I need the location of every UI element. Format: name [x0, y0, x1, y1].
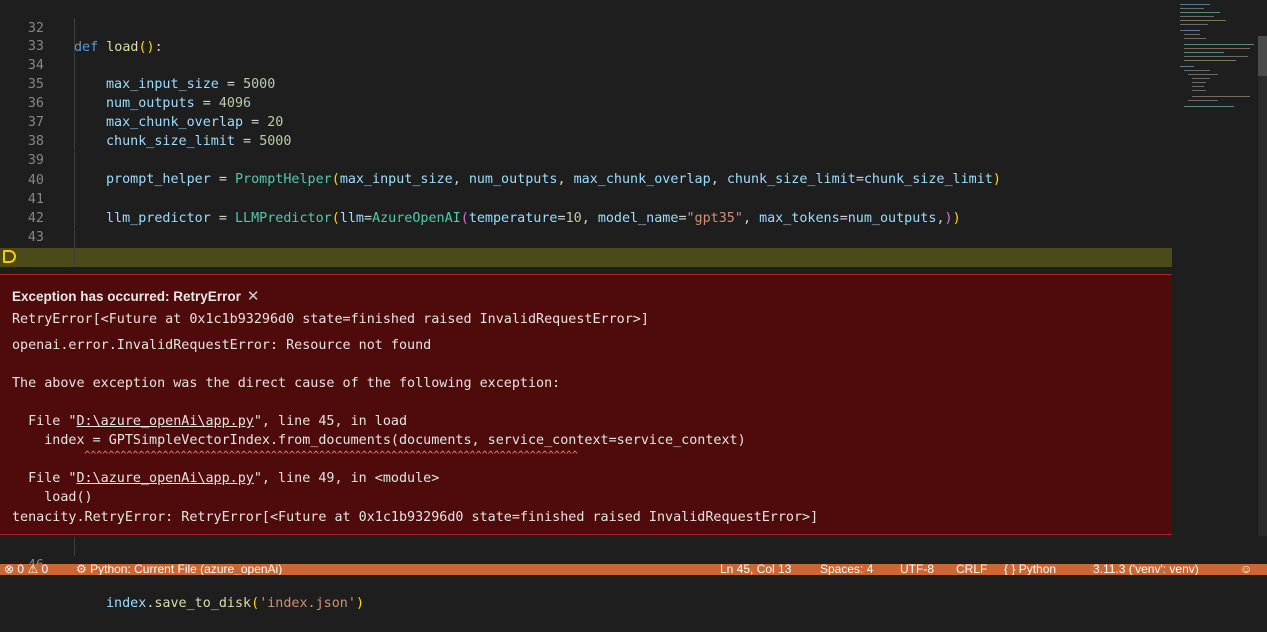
code-line-34[interactable]: 34 num_outputs = 4096 — [0, 37, 1172, 111]
traceback-frame: File "D:\azure_openAi\app.py", line 45, … — [12, 414, 408, 429]
indent-guide — [74, 18, 75, 37]
traceback-frame: File "D:\azure_openAi\app.py", line 49, … — [12, 471, 440, 486]
traceback-file-link[interactable]: D:\azure_openAi\app.py — [77, 414, 254, 429]
indent-guide — [74, 537, 75, 556]
indent-guide — [74, 229, 75, 248]
code-line-33[interactable]: 33 max_input_size = 5000 — [0, 18, 1172, 92]
code-line-36[interactable]: 36 chunk_size_limit = 5000 — [0, 75, 1172, 149]
minimap[interactable] — [1176, 0, 1267, 130]
scrollbar-thumb[interactable] — [1258, 36, 1267, 76]
exception-line: openai.error.InvalidRequestError: Resour… — [12, 338, 432, 353]
code-line-37[interactable]: 37 — [0, 94, 1172, 130]
code-line-43[interactable]: 43 — [0, 209, 1172, 245]
status-bar: ⊗ 0 ⚠ 0 ⚙ Python: Current File (azure_op… — [0, 564, 1267, 575]
indent-guide — [74, 171, 75, 190]
language-mode[interactable]: { } Python — [1004, 564, 1056, 575]
exception-title: Exception has occurred: RetryError ✕ — [12, 288, 260, 305]
code-line-39[interactable]: 39 — [0, 132, 1172, 168]
exception-line: RetryError[<Future at 0x1c1b93296d0 stat… — [12, 312, 649, 327]
code-line-42[interactable]: 42 documents = SimpleDirectoryReader(r"d… — [0, 190, 1172, 264]
code-text: index.save_to_disk('index.json') — [106, 596, 364, 611]
end-of-line[interactable]: CRLF — [956, 564, 987, 575]
error-icon: ⊗ — [4, 564, 15, 575]
code-line-32[interactable]: 32 def load(): — [0, 0, 1172, 55]
indent-guide — [74, 94, 75, 113]
current-execution-icon — [3, 250, 16, 263]
indent-guide — [74, 113, 75, 132]
code-line-35[interactable]: 35 max_chunk_overlap = 20 — [0, 56, 1172, 130]
code-line-45-current[interactable]: 45 index = GPTSimpleVectorIndex.from_doc… — [0, 248, 1172, 341]
warning-icon: ⚠ — [27, 564, 39, 575]
exception-final: tenacity.RetryError: RetryError[<Future … — [12, 510, 819, 525]
encoding[interactable]: UTF-8 — [900, 564, 934, 575]
code-line-40[interactable]: 40 llm_predictor = LLMPredictor(llm=Azur… — [0, 152, 1172, 226]
traceback-code: index = GPTSimpleVectorIndex.from_docume… — [12, 433, 746, 448]
cursor-position[interactable]: Ln 45, Col 13 — [720, 564, 791, 575]
indent-guide — [74, 132, 75, 151]
code-line-41[interactable]: 41 — [0, 171, 1172, 207]
indent-guide — [74, 75, 75, 94]
run-config[interactable]: ⚙ Python: Current File (azure_openAi) — [76, 564, 282, 575]
indent-guide — [74, 209, 75, 228]
exception-widget: Exception has occurred: RetryError ✕ Retr… — [0, 274, 1172, 535]
code-editor[interactable]: 32 def load(): 33 max_input_size = 5000 … — [0, 0, 1172, 611]
close-icon[interactable]: ✕ — [247, 288, 260, 305]
python-interpreter[interactable]: 3.11.3 ('venv': venv) — [1093, 564, 1199, 575]
indent-guide — [74, 190, 75, 209]
vertical-scrollbar[interactable] — [1258, 36, 1267, 536]
traceback-file-link[interactable]: D:\azure_openAi\app.py — [77, 471, 254, 486]
indentation[interactable]: Spaces: 4 — [820, 564, 873, 575]
code-line-38[interactable]: 38 prompt_helper = PromptHelper(max_inpu… — [0, 113, 1172, 187]
code-line-46[interactable]: 46 index.save_to_disk('index.json') — [0, 537, 1172, 611]
code-line-44[interactable]: 44 service_context = ServiceContext.from… — [0, 229, 1172, 303]
indent-guide — [74, 248, 75, 267]
exception-line: The above exception was the direct cause… — [12, 376, 561, 391]
problems-indicator[interactable]: ⊗ 0 ⚠ 0 — [4, 564, 48, 575]
indent-guide — [74, 37, 75, 56]
indent-guide — [74, 152, 75, 171]
indent-guide — [74, 56, 75, 75]
traceback-code: load() — [12, 490, 93, 505]
traceback-carets: ^^^^^^^^^^^^^^^^^^^^^^^^^^^^^^^^^^^^^^^^… — [12, 450, 578, 461]
braces-icon: { } — [1004, 564, 1016, 575]
feedback-icon[interactable]: ☺ — [1240, 564, 1252, 575]
debug-icon: ⚙ — [76, 564, 87, 575]
